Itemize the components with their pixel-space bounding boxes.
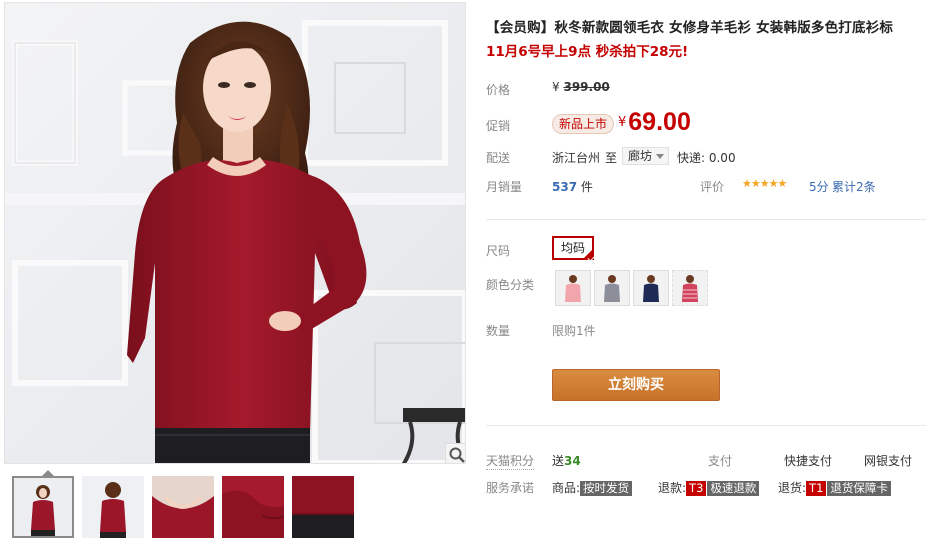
model-photo [5, 3, 465, 463]
service-refund[interactable]: 退款: T3 极速退款 [658, 479, 760, 496]
original-price: ¥ 399.00 [552, 80, 610, 94]
shipping-fee: 快递: 0.00 [677, 151, 736, 165]
quick-pay-option[interactable]: 快捷支付 [784, 452, 832, 469]
destination-city-value: 廊坊 [628, 149, 653, 163]
t3-badge-icon: T3 [686, 481, 707, 496]
size-label: 尺码 [486, 244, 511, 258]
service-goods[interactable]: 商品: 按时发货 [552, 479, 633, 496]
destination-city-select[interactable]: 廊坊 [622, 147, 670, 165]
payment-label: 支付 [708, 454, 733, 468]
thumbnail-2[interactable] [82, 476, 144, 538]
tmall-points-value: 34 [564, 454, 581, 468]
ship-to-label: 至 [605, 151, 618, 165]
thumbnail-3[interactable] [152, 476, 214, 538]
monthly-sales-unit: 件 [580, 180, 593, 194]
service-goods-label: 商品: [552, 481, 581, 495]
thumbnail-5[interactable] [292, 476, 354, 538]
color-label: 颜色分类 [486, 278, 535, 292]
size-option-label: 均码 [560, 241, 585, 255]
thumbnail-1[interactable] [12, 476, 74, 538]
color-swatch-pink-striped[interactable] [672, 270, 708, 306]
quantity-label: 数量 [486, 324, 511, 338]
service-refund-label: 退款: [658, 481, 687, 495]
fast-refund-tag: 极速退款 [707, 481, 760, 496]
main-product-image[interactable] [4, 2, 466, 464]
rating-stars-icon: ★★★★★ [742, 177, 787, 190]
original-price-value: 399.00 [563, 80, 610, 94]
rating-label: 评价 [700, 180, 725, 194]
thumbnail-strip [4, 470, 466, 546]
promo-price-value: 69.00 [628, 108, 691, 136]
service-return-label: 退货: [778, 481, 807, 495]
purchase-limit: 限购1件 [552, 324, 596, 338]
color-swatch-navy[interactable] [633, 270, 669, 306]
thumbnail-4[interactable] [222, 476, 284, 538]
shipping-label: 配送 [486, 151, 511, 165]
divider [486, 425, 926, 426]
promo-price: ¥69.00 [618, 108, 691, 137]
t1-badge-icon: T1 [806, 481, 827, 496]
chevron-down-icon [656, 154, 665, 159]
monthly-sales-count: 537 [552, 180, 578, 194]
flash-sale-notice: 11月6号早上9点 秒杀拍下28元! [486, 44, 689, 60]
service-return[interactable]: 退货: T1 退货保障卡 [778, 479, 891, 496]
size-option-selected[interactable]: 均码 [552, 236, 594, 260]
divider [486, 219, 926, 220]
pink-sweater-icon [556, 271, 590, 305]
tmall-points-label[interactable]: 天猫积分 [486, 452, 535, 470]
ship-from: 浙江台州 [552, 151, 601, 165]
color-swatch-pink[interactable] [555, 270, 591, 306]
on-time-delivery-tag: 按时发货 [580, 481, 633, 496]
price-label: 价格 [486, 83, 511, 97]
monthly-sales-label: 月销量 [486, 180, 523, 194]
service-label: 服务承诺 [486, 481, 535, 495]
original-price-currency: ¥ [552, 80, 560, 94]
zoom-icon[interactable] [445, 443, 465, 463]
promo-price-currency: ¥ [618, 115, 627, 130]
promo-badge: 新品上市 [552, 114, 615, 134]
navy-sweater-icon [634, 271, 668, 305]
tmall-points: 送34 [552, 452, 581, 469]
rating-score: 5分 [809, 180, 829, 194]
bank-pay-option[interactable]: 网银支付 [864, 452, 912, 469]
pink-striped-sweater-icon [673, 271, 707, 305]
return-guarantee-tag: 退货保障卡 [827, 481, 891, 496]
buy-now-button[interactable]: 立刻购买 [552, 369, 720, 401]
review-count-link[interactable]: 累计2条 [832, 178, 876, 195]
color-swatch-grey[interactable] [594, 270, 630, 306]
grey-sweater-icon [595, 271, 629, 305]
monthly-sales: 537 件 [552, 178, 593, 195]
product-title: 【会员购】秋冬新款圆领毛衣 女修身羊毛衫 女装韩版多色打底衫标 [486, 20, 894, 36]
promo-label: 促销 [486, 119, 511, 133]
tmall-points-prefix: 送 [552, 454, 565, 468]
